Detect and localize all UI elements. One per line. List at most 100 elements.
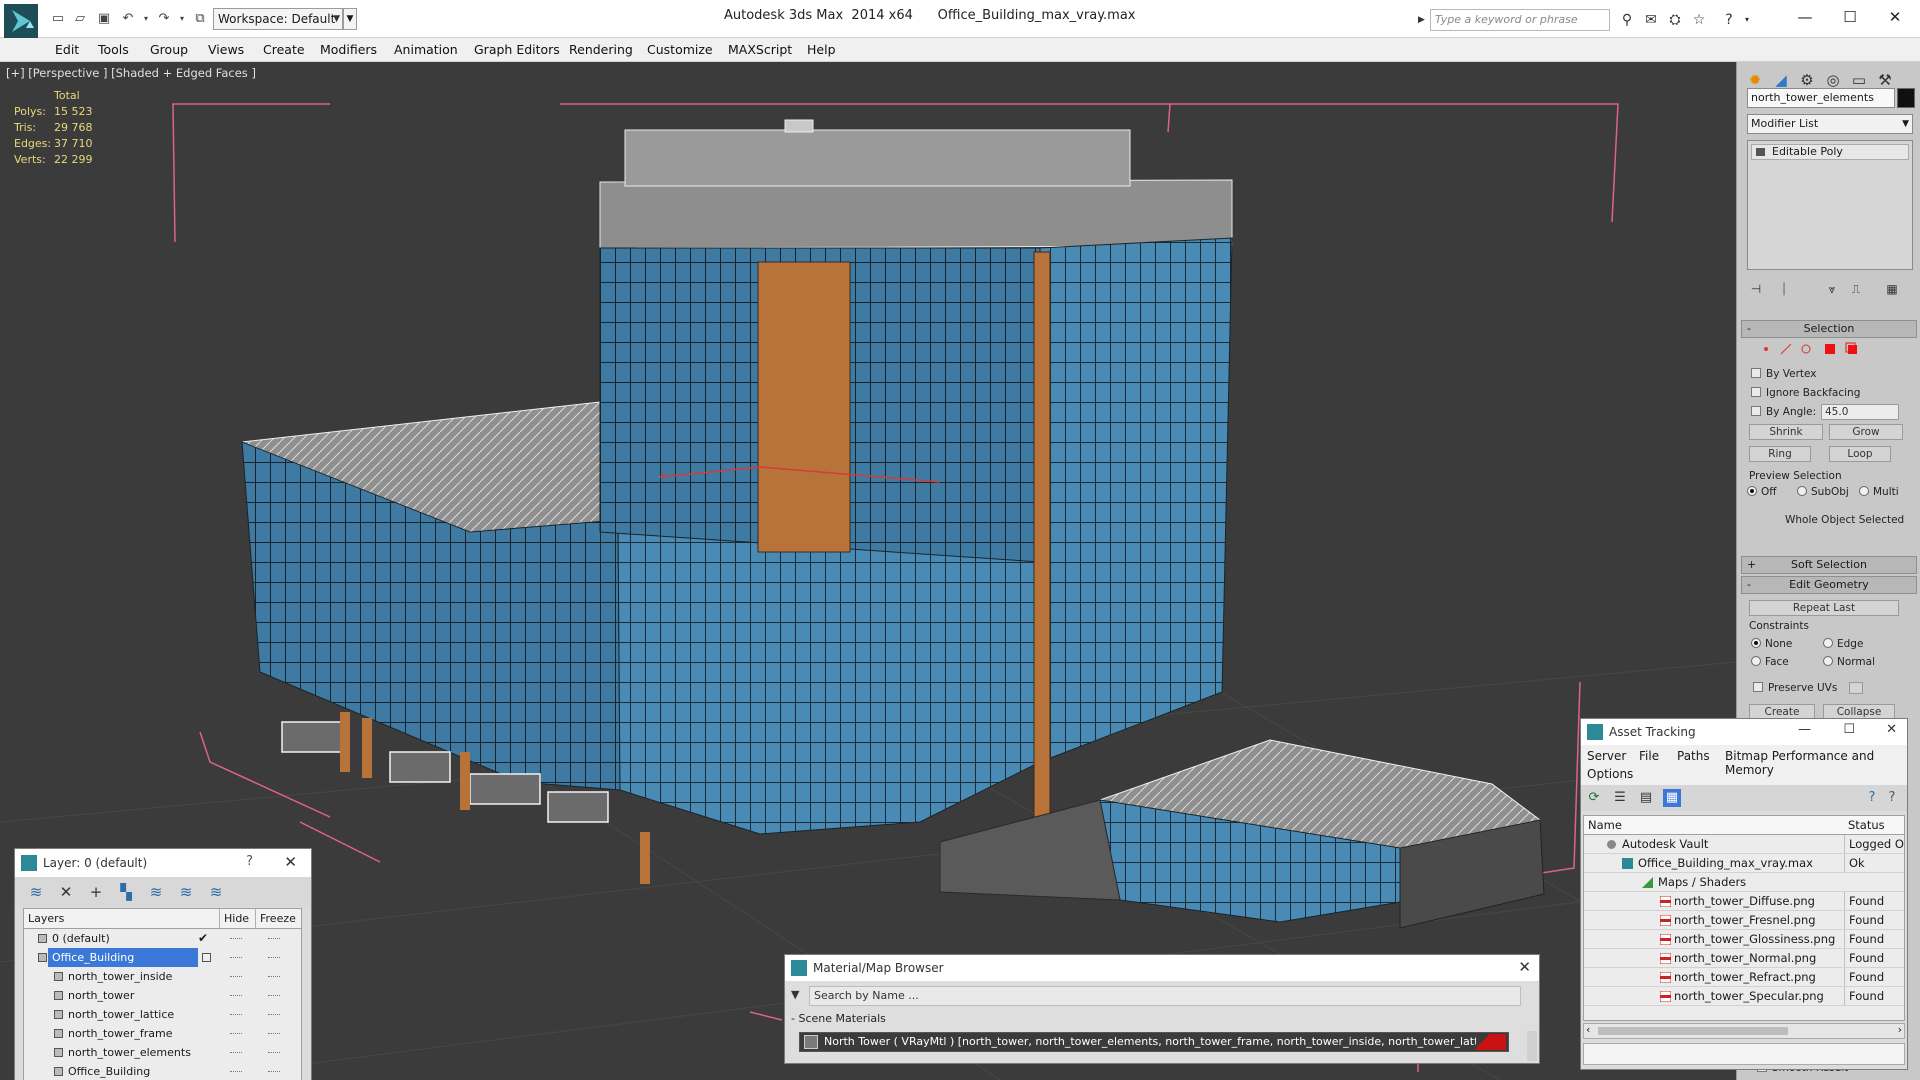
open-file-icon[interactable]: ▱ [70,10,90,28]
layer-row-north-tower-elements[interactable]: north_tower_elements [24,1043,301,1062]
preview-off-radio[interactable]: Off [1747,486,1777,498]
soft-selection-rollout-header[interactable]: + Soft Selection [1741,556,1917,574]
angle-spinner[interactable]: 45.0 [1821,404,1899,420]
column-freeze[interactable]: Freeze [256,909,301,928]
favorites-star-icon[interactable]: ☆ [1688,10,1710,30]
layer-row-default[interactable]: 0 (default) ✔ [24,929,301,948]
asset-row-max-file[interactable]: Office_Building_max_vray.max Ok [1584,854,1904,873]
redo-icon[interactable]: ↷ [154,10,174,28]
hide-toggle[interactable] [230,1071,242,1072]
asset-row-fresnel[interactable]: north_tower_Fresnel.png Found [1584,911,1904,930]
asset-row-glossiness[interactable]: north_tower_Glossiness.png Found [1584,930,1904,949]
help-button[interactable]: ? [246,854,253,869]
menu-tools[interactable]: Tools [98,42,129,57]
asset-row-specular[interactable]: north_tower_Specular.png Found [1584,987,1904,1006]
hide-toggle[interactable] [230,1033,242,1034]
hide-toggle[interactable] [230,976,242,977]
constraint-normal-radio[interactable]: Normal [1823,656,1875,668]
modifier-stack-item[interactable]: Editable Poly [1751,144,1909,160]
filter-dropdown-icon[interactable]: ▼ [791,988,799,1001]
layer-row-office-building[interactable]: Office_Building [24,948,301,967]
ring-button[interactable]: Ring [1749,446,1811,462]
layer-row-north-tower-frame[interactable]: north_tower_frame [24,1024,301,1043]
menu-maxscript[interactable]: MAXScript [728,42,792,57]
polygon-mode-icon[interactable] [1823,342,1837,356]
asset-menu-paths[interactable]: Paths [1677,749,1710,763]
by-vertex-checkbox[interactable]: By Vertex [1751,368,1817,380]
column-layers[interactable]: Layers [24,909,220,928]
asset-horizontal-scrollbar[interactable]: ‹ › [1583,1023,1905,1039]
material-browser-titlebar[interactable]: Material/Map Browser ✕ [785,955,1539,981]
binoculars-icon[interactable]: ⚲ [1616,10,1638,30]
project-folder-icon[interactable]: ⧉ [190,10,210,28]
freeze-toggle[interactable] [268,995,280,996]
by-angle-checkbox[interactable]: By Angle: [1751,406,1816,418]
grow-button[interactable]: Grow [1829,424,1903,440]
asset-menu-bitmap-performance[interactable]: Bitmap Performance and Memory [1725,749,1907,777]
hide-toggle[interactable] [230,1014,242,1015]
menu-customize[interactable]: Customize [647,42,713,57]
undo-icon[interactable]: ↶ [118,10,138,28]
hide-toggle[interactable] [230,1052,242,1053]
viewport-label-menu[interactable]: [+] [Perspective ] [Shaded + Edged Faces… [6,66,256,80]
edge-mode-icon[interactable] [1779,342,1793,356]
material-vertical-scrollbar[interactable] [1527,1031,1537,1061]
help-dropdown-icon[interactable]: ▾ [1736,10,1758,30]
show-end-result-icon[interactable]: ⏐ [1775,280,1793,298]
object-color-swatch[interactable] [1897,88,1915,108]
preview-multi-radio[interactable]: Multi [1859,486,1899,498]
asset-row-diffuse[interactable]: north_tower_Diffuse.png Found [1584,892,1904,911]
menu-rendering[interactable]: Rendering [569,42,633,57]
make-unique-icon[interactable]: ⩔ [1823,280,1841,298]
redo-dropdown-icon[interactable]: ▾ [172,10,192,28]
refresh-icon[interactable]: ⟳ [1585,789,1603,807]
delete-layer-icon[interactable]: ✕ [55,883,77,901]
layer-row-office-building-object[interactable]: Office_Building [24,1062,301,1080]
asset-maximize-button[interactable]: ☐ [1843,722,1855,737]
layer-window-titlebar[interactable]: Layer: 0 (default) ? ✕ [15,849,311,877]
maximize-button[interactable]: ☐ [1830,4,1870,30]
layer-row-north-tower-lattice[interactable]: north_tower_lattice [24,1005,301,1024]
menu-modifiers[interactable]: Modifiers [320,42,377,57]
hide-layers-icon[interactable]: ≋ [175,883,197,901]
ignore-backfacing-checkbox[interactable]: Ignore Backfacing [1751,387,1860,399]
freeze-toggle[interactable] [268,1033,280,1034]
freeze-toggle[interactable] [268,976,280,977]
asset-row-vault[interactable]: Autodesk Vault Logged Out [1584,835,1904,854]
menu-views[interactable]: Views [208,42,244,57]
preview-subobj-radio[interactable]: SubObj [1797,486,1849,498]
material-entry[interactable]: North Tower ( VRayMtl ) [north_tower, no… [799,1032,1509,1052]
menu-animation[interactable]: Animation [394,42,458,57]
layer-row-north-tower[interactable]: north_tower [24,986,301,1005]
asset-minimize-button[interactable]: — [1798,722,1811,737]
pin-stack-icon[interactable]: ⊣ [1747,280,1765,298]
scroll-right-icon[interactable]: › [1898,1023,1902,1036]
subscription-icon[interactable]: ⛭ [1664,10,1686,30]
object-name-field[interactable]: north_tower_elements [1747,88,1895,108]
modifier-list-dropdown[interactable]: Modifier List ▼ [1747,114,1913,134]
asset-menu-options[interactable]: Options [1587,767,1633,781]
scroll-left-icon[interactable]: ‹ [1586,1023,1590,1036]
element-mode-icon[interactable] [1845,342,1859,356]
asset-tracking-titlebar[interactable]: Asset Tracking — ☐ ✕ [1581,719,1907,745]
preserve-uvs-settings-icon[interactable] [1849,682,1863,694]
column-name[interactable]: Name [1588,818,1622,832]
column-status[interactable]: Status [1848,818,1885,832]
freeze-toggle[interactable] [268,1071,280,1072]
new-layer-icon[interactable]: ≋ [25,883,47,901]
material-search-input[interactable]: Search by Name ... [809,986,1521,1006]
layer-row-north-tower-inside[interactable]: north_tower_inside [24,967,301,986]
asset-row-maps-shaders[interactable]: Maps / Shaders [1584,873,1904,892]
workspace-selector[interactable]: Workspace: Default ▼ [213,8,343,30]
menu-graph-editors[interactable]: Graph Editors [474,42,560,57]
vertex-mode-icon[interactable] [1759,342,1773,356]
hide-toggle[interactable] [230,995,242,996]
constraint-none-radio[interactable]: None [1751,638,1792,650]
table-view-icon[interactable]: ▦ [1663,789,1681,807]
repeat-last-button[interactable]: Repeat Last [1749,600,1899,616]
constraint-edge-radio[interactable]: Edge [1823,638,1863,650]
menu-create[interactable]: Create [263,42,305,57]
configure-modifier-sets-icon[interactable]: ▦ [1883,280,1901,298]
asset-row-normal[interactable]: north_tower_Normal.png Found [1584,949,1904,968]
scene-materials-group[interactable]: - Scene Materials [791,1012,886,1025]
